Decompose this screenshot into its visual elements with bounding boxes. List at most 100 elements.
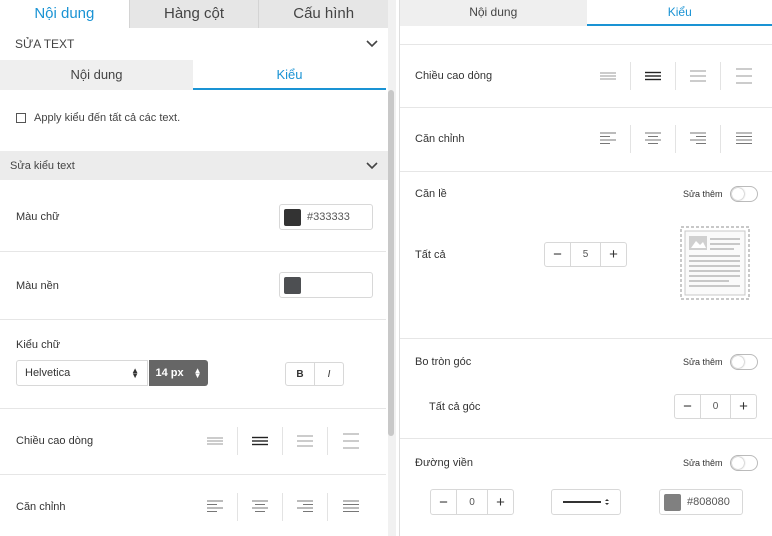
border-style-select[interactable] [551,489,621,515]
right-panel: Nội dung Kiểu Chiều cao dòng Căn chỉnh C… [399,0,772,536]
left-scrollbar-thumb[interactable] [388,90,394,436]
line-height-options [193,427,373,455]
right-line-height-options [586,62,766,90]
border-color-input[interactable]: #808080 [659,489,743,515]
line-height-large-icon[interactable] [676,62,721,90]
align-right-icon[interactable] [283,493,328,521]
line-height-small-icon[interactable] [586,62,631,90]
edit-text-style-section[interactable]: Sửa kiểu text [0,151,388,180]
align-right-icon[interactable] [676,125,721,153]
right-line-height-label: Chiều cao dòng [415,70,493,82]
radius-all-label: Tất cả góc [429,401,481,413]
chevron-down-icon [366,160,378,172]
font-label: Kiểu chữ [16,339,61,351]
text-color-value: #333333 [307,211,350,223]
plus-icon[interactable]: + [487,490,513,514]
divider [400,107,772,108]
bold-italic-group: B I [285,362,344,386]
bg-color-swatch [284,276,301,294]
align-row: Căn chỉnh [0,475,386,536]
line-height-normal-icon[interactable] [238,427,283,455]
radius-more-label: Sửa thêm [683,357,723,367]
font-size-select[interactable]: 14 px ▲ ▼ [149,360,208,386]
bg-color-label: Màu nền [16,280,59,292]
tab-hang-cot[interactable]: Hàng cột [130,0,260,28]
layout-preview-icon [680,226,750,300]
divider [400,171,772,172]
minus-icon[interactable]: − [431,490,457,514]
minus-icon[interactable]: − [675,395,701,418]
radius-more-toggle[interactable] [730,354,758,370]
minus-icon[interactable]: − [545,243,571,266]
font-family-select[interactable]: Helvetica ▲ ▼ [16,360,148,386]
line-height-row: Chiều cao dòng [0,409,386,475]
sua-text-title: SỬA TEXT [15,37,75,51]
border-more-toggle[interactable] [730,455,758,471]
right-tab-noi-dung[interactable]: Nội dung [400,0,587,26]
font-family-value: Helvetica [25,367,71,379]
radius-all-stepper: − 0 + [674,394,757,419]
left-panel: Nội dung Hàng cột Cấu hình SỬA TEXT Nội … [0,0,388,536]
line-height-xlarge-icon[interactable] [721,62,766,90]
margin-label: Căn lề [415,188,447,200]
tab-cau-hinh[interactable]: Cấu hình [259,0,388,28]
apply-all-row: Apply kiểu đến tất cả các text. [16,112,180,124]
italic-button[interactable]: I [315,363,343,385]
section-title: Sửa kiểu text [10,159,75,172]
chevron-down-icon [366,38,378,50]
solid-line-icon [563,499,609,505]
border-width-stepper: − 0 + [430,489,514,515]
line-height-normal-icon[interactable] [631,62,676,90]
radius-all-value[interactable]: 0 [701,395,730,418]
margin-more-toggle[interactable] [730,186,758,202]
align-label: Căn chỉnh [16,501,66,513]
margin-all-stepper: − 5 + [544,242,627,267]
right-align-options [586,125,766,153]
margin-all-label: Tất cả [415,249,446,261]
radius-label: Bo tròn góc [415,356,472,368]
top-tabs: Nội dung Hàng cột Cấu hình [0,0,388,28]
select-arrows-icon: ▲ ▼ [131,366,139,380]
align-options [193,493,373,521]
bold-button[interactable]: B [286,363,315,385]
text-color-input[interactable]: #333333 [279,204,373,230]
text-color-label: Màu chữ [16,211,60,223]
divider [400,44,772,45]
margin-more-label: Sửa thêm [683,189,723,199]
border-more-label: Sửa thêm [683,458,723,468]
border-label: Đường viền [415,457,473,469]
sua-text-header[interactable]: SỬA TEXT [0,28,388,60]
right-align-label: Căn chỉnh [415,133,465,145]
sub-tabs: Nội dung Kiểu [0,60,386,90]
margin-all-value[interactable]: 5 [571,243,600,266]
font-size-value: 14 px [155,367,184,379]
border-color-swatch [664,493,681,511]
divider [400,438,772,439]
align-center-icon[interactable] [238,493,283,521]
right-tab-kieu[interactable]: Kiểu [586,0,772,26]
align-left-icon[interactable] [586,125,631,153]
apply-all-label: Apply kiểu đến tất cả các text. [34,112,181,124]
line-height-large-icon[interactable] [283,427,328,455]
subtab-noi-dung[interactable]: Nội dung [0,60,193,90]
line-height-small-icon[interactable] [193,427,238,455]
plus-icon[interactable]: + [730,395,756,418]
align-left-icon[interactable] [193,493,238,521]
border-width-value[interactable]: 0 [457,490,487,514]
divider [400,338,772,339]
tab-noi-dung[interactable]: Nội dung [0,0,130,28]
line-height-label: Chiều cao dòng [16,435,94,447]
select-arrows-icon: ▲ ▼ [193,366,202,380]
bg-color-row: Màu nền [0,252,386,320]
plus-icon[interactable]: + [600,243,626,266]
align-justify-icon[interactable] [721,125,766,153]
border-color-value: #808080 [687,496,730,508]
line-height-xlarge-icon[interactable] [328,427,373,455]
apply-all-checkbox[interactable] [16,113,26,123]
right-tabs: Nội dung Kiểu [400,0,772,26]
align-center-icon[interactable] [631,125,676,153]
align-justify-icon[interactable] [328,493,373,521]
text-color-swatch [284,208,301,226]
subtab-kieu[interactable]: Kiểu [193,60,386,90]
bg-color-input[interactable] [279,272,373,298]
